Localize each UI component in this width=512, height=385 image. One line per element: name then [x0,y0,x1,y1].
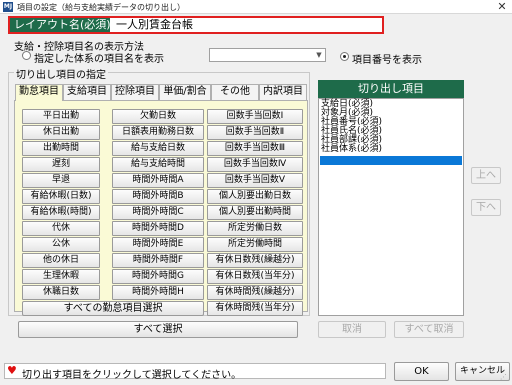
app-icon: MJ [3,2,13,12]
item-button[interactable]: 回数手当回数Ⅴ [207,173,303,188]
remove-button[interactable]: 取消 [318,321,386,338]
remove-all-button[interactable]: すべて取消 [394,321,464,338]
extract-list[interactable]: 支給日(必須) 対象月(必須) 社員番号(必須) 社員氏名(必須) 社員部課(必… [318,98,464,316]
ok-button[interactable]: OK [394,362,449,381]
item-button[interactable]: 有給休暇(時間) [22,205,100,220]
item-button[interactable]: 所定労働日数 [207,221,303,236]
move-up-button[interactable]: 上へ [471,167,501,184]
item-button[interactable]: 時間外時間C [112,205,204,220]
item-button[interactable]: 時間外時間G [112,269,204,284]
item-button[interactable]: 代休 [22,221,100,236]
tab-unit-price[interactable]: 単価/割合 [159,84,211,100]
item-button[interactable]: 給与支給時間 [112,157,204,172]
item-button[interactable]: 所定労働時間 [207,237,303,252]
move-down-button[interactable]: 下へ [471,199,501,216]
item-button[interactable]: 生理休暇 [22,269,100,284]
item-button[interactable]: 回数手当回数Ⅱ [207,125,303,140]
item-button[interactable]: 給与支給日数 [112,141,204,156]
item-button[interactable]: 時間外時間H [112,285,204,300]
item-button[interactable]: 有休時間残(繰越分) [207,285,303,300]
item-button[interactable]: 回数手当回数Ⅰ [207,109,303,124]
item-button[interactable]: 時間外時間E [112,237,204,252]
item-button[interactable]: 休日出勤 [22,125,100,140]
item-button[interactable]: 有休日数残(当年分) [207,269,303,284]
radio-item-number-label: 項目番号を表示 [352,55,422,66]
item-button[interactable]: 有休日数残(繰越分) [207,253,303,268]
item-button[interactable]: 早退 [22,173,100,188]
heart-icon: ♥ [7,364,17,377]
tab-deduction[interactable]: 控除項目 [111,84,159,100]
item-button[interactable]: 休職日数 [22,285,100,300]
radio-item-number[interactable] [340,52,349,61]
radio-system-names[interactable] [22,51,31,60]
item-button[interactable]: 公休 [22,237,100,252]
chevron-down-icon[interactable]: ▼ [313,49,325,61]
extract-list-header: 切り出し項目 [318,80,464,98]
list-item-selected[interactable] [320,156,462,165]
item-button[interactable]: 回数手当回数Ⅲ [207,141,303,156]
item-button[interactable]: 有給休暇(日数) [22,189,100,204]
tab-other[interactable]: その他 [211,84,259,100]
item-button[interactable]: 平日出勤 [22,109,100,124]
tab-payment[interactable]: 支給項目 [63,84,111,100]
item-button[interactable]: 遅刻 [22,157,100,172]
selection-heading: 切り出し項目の指定 [14,66,108,81]
select-all-button[interactable]: すべて選択 [18,321,298,338]
item-button[interactable]: 時間外時間D [112,221,204,236]
status-message: 切り出す項目をクリックして選択してください。 [22,370,242,381]
resize-grip-icon[interactable]: ⋰ [500,373,510,383]
item-button[interactable]: 他の休日 [22,253,100,268]
item-button[interactable]: 出勤時間 [22,141,100,156]
close-icon[interactable]: ✕ [493,0,511,14]
list-item[interactable]: 社員体系(必須) [320,145,462,154]
item-button[interactable]: 欠勤日数 [112,109,204,124]
item-button[interactable]: 個人別要出勤時間 [207,205,303,220]
layout-name-input[interactable]: 一人別賃金台帳 [114,18,382,32]
radio-system-names-label: 指定した体系の項目名を表示 [34,54,164,65]
item-button[interactable]: 有休時間残(当年分) [207,301,303,316]
system-combo[interactable]: ▼ [209,48,326,62]
tab-breakdown[interactable]: 内訳項目 [259,84,307,100]
tab-attendance[interactable]: 勤怠項目 [15,84,63,101]
item-button[interactable]: 時間外時間F [112,253,204,268]
select-all-attendance-button[interactable]: すべての勤怠項目選択 [22,301,204,316]
window-title: 項目の設定（給与支給実績データの切り出し） [17,3,185,12]
item-button[interactable]: 時間外時間B [112,189,204,204]
item-button[interactable]: 日額表用勤務日数 [112,125,204,140]
item-button[interactable]: 個人別要出勤日数 [207,189,303,204]
layout-name-label: レイアウト名(必須) [10,18,111,32]
item-button[interactable]: 回数手当回数Ⅳ [207,157,303,172]
item-button[interactable]: 時間外時間A [112,173,204,188]
